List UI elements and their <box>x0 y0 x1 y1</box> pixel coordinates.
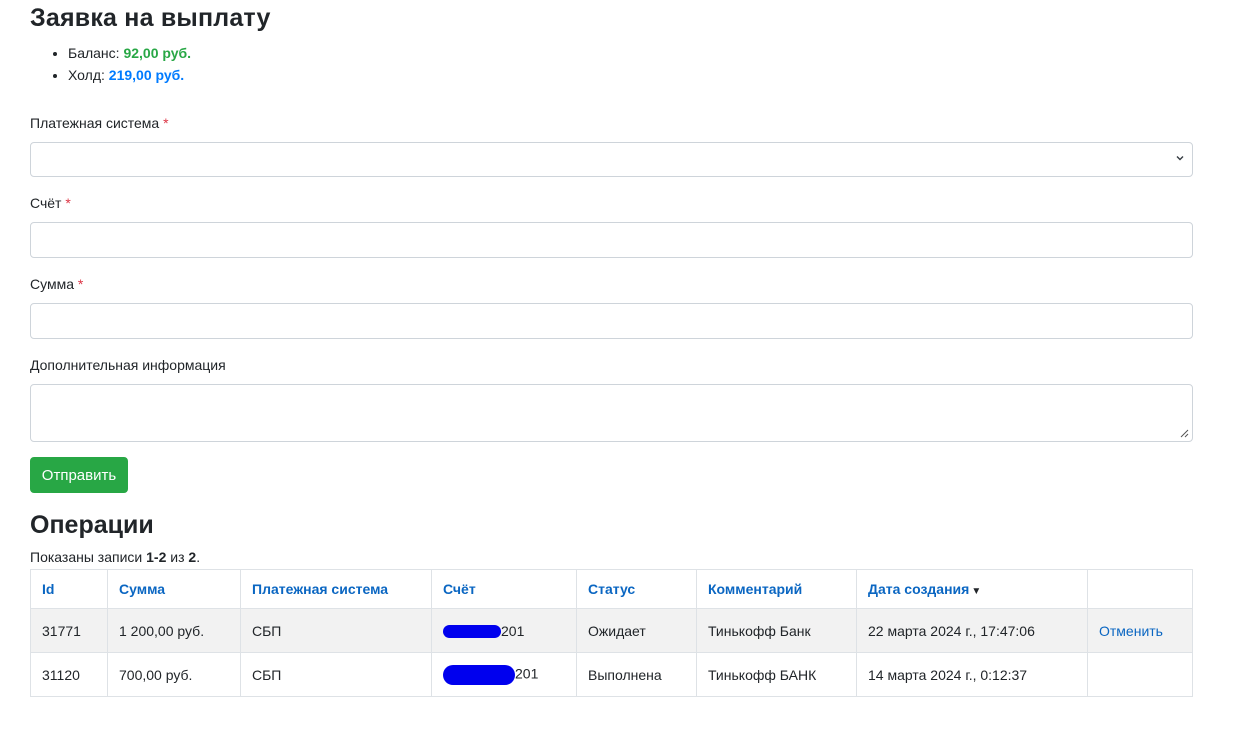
account-suffix: 201 <box>515 665 539 682</box>
column-header-account[interactable]: Счёт <box>431 569 577 609</box>
cell-id: 31120 <box>30 652 108 697</box>
table-header-row: Id Сумма Платежная система Счёт Статус К… <box>30 569 1193 609</box>
balance-list: Баланс: 92,00 руб. Холд: 219,00 руб. <box>30 42 191 86</box>
cell-system: СБП <box>240 608 432 653</box>
operations-title: Операции <box>30 511 154 539</box>
cell-comment: Тинькофф БАНК <box>696 652 857 697</box>
amount-input[interactable] <box>30 303 1193 339</box>
cell-account: 201 <box>431 652 577 697</box>
redaction-mark <box>443 625 501 639</box>
cell-status: Ожидает <box>576 608 697 653</box>
hold-label: Холд: <box>68 67 109 83</box>
payment-system-select[interactable] <box>30 142 1193 177</box>
required-mark: * <box>77 276 84 292</box>
cell-system: СБП <box>240 652 432 697</box>
required-mark: * <box>65 195 71 211</box>
cell-comment: Тинькофф Банк <box>696 608 857 653</box>
hold-value: 219,00 руб. <box>108 67 185 83</box>
column-header-created[interactable]: Дата создания ▼ <box>856 569 1088 609</box>
operations-table: Id Сумма Платежная система Счёт Статус К… <box>30 569 1193 697</box>
balance-label: Баланс: <box>68 45 124 61</box>
records-range: 1-2 <box>146 549 167 565</box>
sort-desc-icon: ▼ <box>971 586 982 597</box>
cell-action <box>1087 652 1193 697</box>
cell-created: 22 марта 2024 г., 17:47:06 <box>856 608 1088 653</box>
records-summary: Показаны записи 1-2 из 2. <box>30 549 201 565</box>
cell-action: Отменить <box>1087 608 1193 653</box>
account-label: Счёт * <box>30 195 71 211</box>
cell-amount: 1 200,00 руб. <box>107 608 241 653</box>
redaction-mark <box>443 664 515 685</box>
hold-item: Холд: 219,00 руб. <box>68 64 191 86</box>
column-header-amount[interactable]: Сумма <box>107 569 241 609</box>
account-input[interactable] <box>30 222 1193 258</box>
chevron-down-icon <box>1176 156 1184 161</box>
resize-handle-icon[interactable] <box>1180 429 1189 438</box>
balance-value: 92,00 руб. <box>123 45 192 61</box>
column-header-comment[interactable]: Комментарий <box>696 569 857 609</box>
info-textarea[interactable] <box>30 384 1193 442</box>
column-header-id[interactable]: Id <box>30 569 108 609</box>
cell-id: 31771 <box>30 608 108 653</box>
submit-button[interactable]: Отправить <box>30 457 128 493</box>
table-row: 31771 1 200,00 руб. СБП 201 Ожидает Тинь… <box>30 608 1193 653</box>
amount-label: Сумма * <box>30 276 84 292</box>
cell-status: Выполнена <box>576 652 697 697</box>
balance-item: Баланс: 92,00 руб. <box>68 42 191 64</box>
cell-account: 201 <box>431 608 577 653</box>
cancel-link[interactable]: Отменить <box>1099 623 1163 639</box>
cell-amount: 700,00 руб. <box>107 652 241 697</box>
info-label: Дополнительная информация <box>30 357 226 373</box>
column-header-system[interactable]: Платежная система <box>240 569 432 609</box>
column-header-status[interactable]: Статус <box>576 569 697 609</box>
page-title: Заявка на выплату <box>30 4 271 32</box>
required-mark: * <box>163 115 169 131</box>
column-header-actions <box>1087 569 1193 609</box>
payment-system-label: Платежная система * <box>30 115 169 131</box>
table-row: 31120 700,00 руб. СБП 201 Выполнена Тинь… <box>30 652 1193 697</box>
account-suffix: 201 <box>501 622 525 639</box>
cell-created: 14 марта 2024 г., 0:12:37 <box>856 652 1088 697</box>
